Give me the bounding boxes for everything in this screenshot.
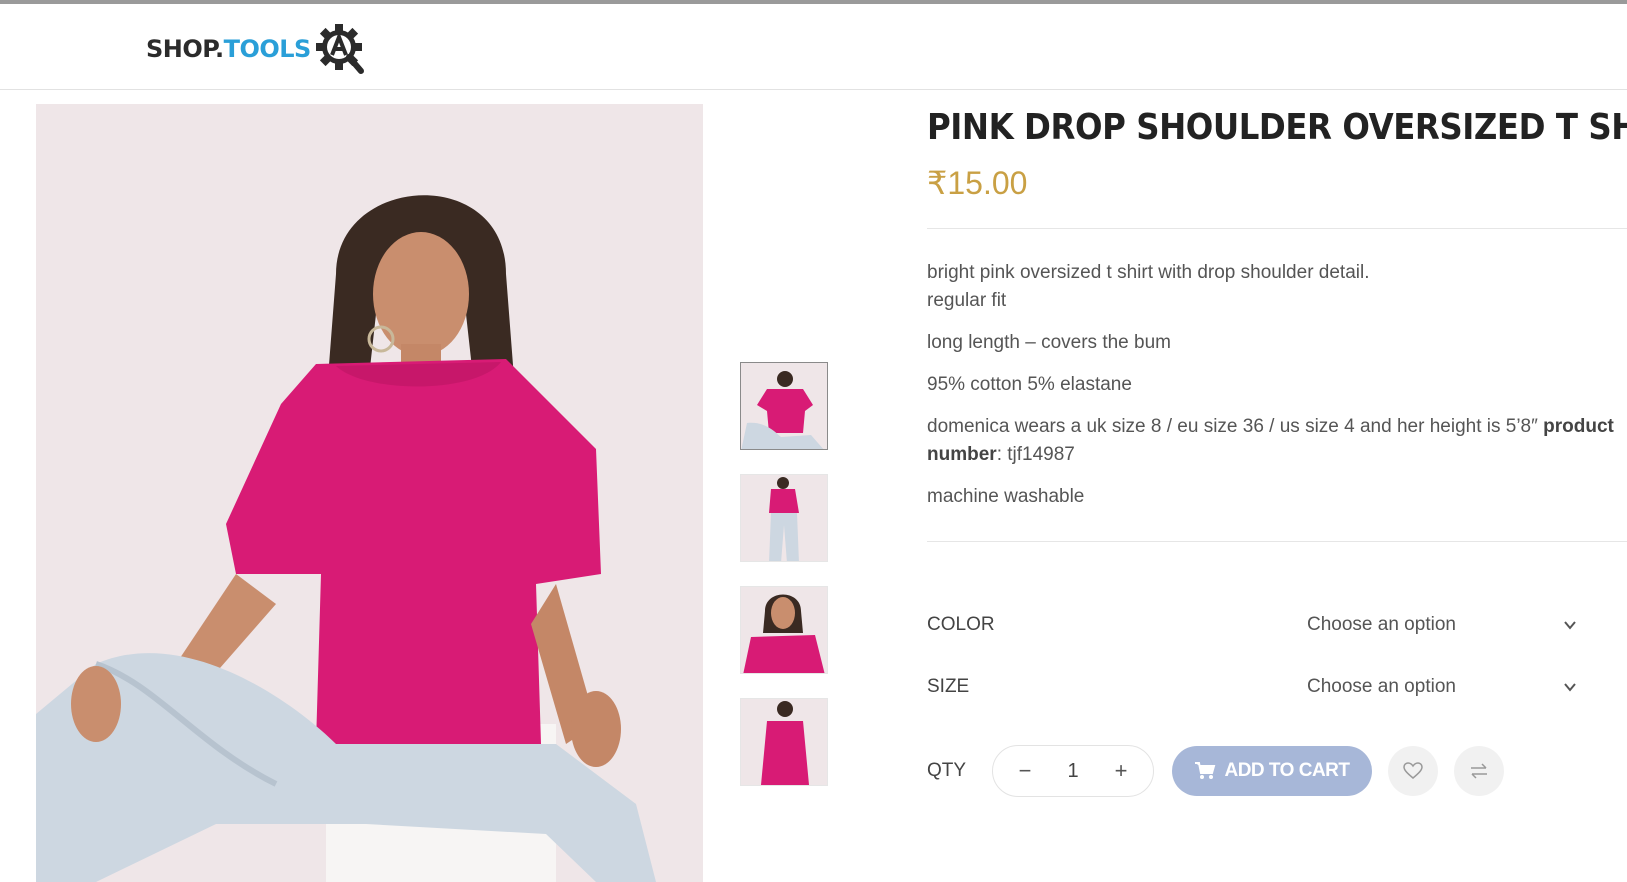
qty-label: QTY (927, 760, 967, 781)
site-logo[interactable]: SHOP.TOOLS (146, 20, 369, 78)
logo-text: SHOP.TOOLS (146, 35, 311, 63)
compare-button[interactable] (1454, 746, 1504, 796)
product-price: ₹15.00 (927, 165, 1028, 201)
chevron-down-icon (1564, 621, 1576, 630)
description-line: bright pink oversized t shirt with drop … (927, 262, 1370, 283)
qty-input[interactable]: 1 (1067, 760, 1078, 783)
color-label: COLOR (927, 614, 995, 635)
wishlist-button[interactable] (1388, 746, 1438, 796)
thumbnail-image (741, 475, 827, 561)
product-title: PINK DROP SHOULDER OVERSIZED T SHIRT (927, 107, 1627, 148)
chevron-down-icon (1564, 683, 1576, 692)
quantity-stepper: − 1 + (992, 745, 1154, 797)
purchase-row: QTY − 1 + ADD TO CART (927, 745, 1504, 797)
heart-icon (1403, 762, 1423, 779)
size-select[interactable]: Choose an option (1307, 676, 1587, 698)
size-option-row: SIZE Choose an option (927, 667, 1587, 707)
description-line: 95% cotton 5% elastane (927, 374, 1132, 395)
add-to-cart-button[interactable]: ADD TO CART (1172, 746, 1372, 796)
cart-icon (1195, 762, 1216, 779)
product-photo (36, 104, 703, 882)
thumbnail-2[interactable] (740, 474, 828, 562)
thumbnail-4[interactable] (740, 698, 828, 786)
thumbnail-image (741, 363, 827, 449)
description-line: regular fit (927, 290, 1007, 311)
color-option-row: COLOR Choose an option (927, 605, 1587, 645)
color-select-value: Choose an option (1307, 614, 1456, 635)
gear-icon (315, 24, 364, 74)
description-line: machine washable (927, 486, 1085, 507)
thumbnail-1[interactable] (740, 362, 828, 450)
compare-icon (1471, 763, 1487, 779)
product-main-image[interactable] (36, 104, 703, 882)
add-to-cart-label: ADD TO CART (1224, 760, 1350, 781)
divider (927, 541, 1627, 542)
thumbnail-image (741, 587, 827, 673)
thumbnail-3[interactable] (740, 586, 828, 674)
thumbnail-image (741, 699, 827, 785)
color-select[interactable]: Choose an option (1307, 614, 1587, 636)
product-info: PINK DROP SHOULDER OVERSIZED T SHIRT ₹15… (927, 100, 1627, 542)
divider (927, 228, 1627, 229)
description-line: long length – covers the bum (927, 332, 1171, 353)
description-line: domenica wears a uk size 8 / eu size 36 … (927, 416, 1614, 465)
size-select-value: Choose an option (1307, 676, 1456, 697)
size-label: SIZE (927, 676, 970, 697)
qty-decrease-button[interactable]: − (1015, 758, 1035, 784)
thumbnail-list (740, 362, 828, 810)
qty-increase-button[interactable]: + (1111, 758, 1131, 784)
product-description: bright pink oversized t shirt with drop … (927, 259, 1627, 511)
site-header: SHOP.TOOLS (0, 4, 1627, 90)
